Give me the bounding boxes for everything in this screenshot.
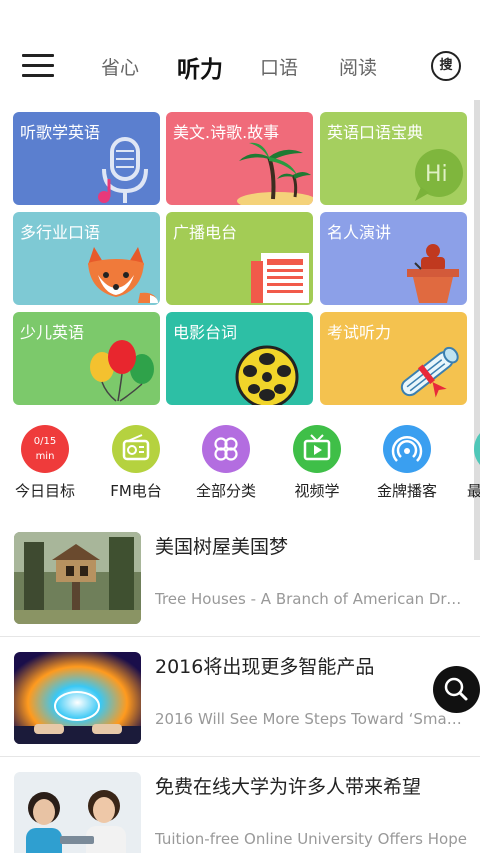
daily-goal-progress: 0/15: [33, 436, 57, 447]
tab-shengxin[interactable]: 省心: [101, 53, 139, 80]
article-item[interactable]: 美国树屋美国梦 Tree Houses - A Branch of Americ…: [0, 518, 480, 638]
diploma-icon: [400, 346, 459, 398]
gold-podcast-button[interactable]: 金牌播客: [362, 425, 452, 501]
tile-kids-english[interactable]: 少儿英语: [13, 312, 160, 405]
podium-icon: [407, 244, 459, 303]
tile-radio-station[interactable]: 广播电台: [166, 212, 313, 305]
tile-label: 考试听力: [327, 323, 392, 342]
quick-label: FM电台: [110, 482, 162, 500]
daily-goal-button[interactable]: 0/15 min 今日目标: [0, 425, 90, 501]
tile-speaking-classics[interactable]: 英语口语宝典 Hi: [320, 112, 467, 205]
article-subtitle: 2016 Will See More Steps Toward ‘Smart …: [155, 710, 467, 728]
search-icon: [444, 677, 468, 701]
tile-prose-poetry[interactable]: 美文.诗歌.故事: [166, 112, 313, 205]
app-screen: 省心 听力 口语 阅读 搜 听歌学英语 美文.诗歌.故事 英语口语宝典 Hi 多…: [0, 0, 480, 853]
article-title: 免费在线大学为许多人带来希望: [155, 776, 422, 798]
article-item[interactable]: 免费在线大学为许多人带来希望 Tuition-free Online Unive…: [0, 758, 480, 853]
tv-icon: [293, 425, 341, 473]
fox-icon: [88, 247, 158, 303]
video-learning-button[interactable]: 视频学: [272, 425, 362, 501]
tile-label: 少儿英语: [20, 323, 85, 342]
article-thumbnail: [14, 532, 141, 624]
quick-label: 视频学: [294, 482, 340, 500]
tile-exam-listening[interactable]: 考试听力: [320, 312, 467, 405]
tile-label: 英语口语宝典: [327, 123, 424, 142]
podcast-icon: [383, 425, 431, 473]
all-categories-button[interactable]: 全部分类: [181, 425, 271, 501]
tile-label: 名人演讲: [327, 223, 392, 242]
search-button[interactable]: 搜: [431, 51, 461, 81]
article-subtitle: Tree Houses - A Branch of American Dream: [155, 590, 467, 608]
top-bar: 省心 听力 口语 阅读 搜: [0, 0, 480, 100]
article-title: 美国树屋美国梦: [155, 536, 289, 558]
tab-reading[interactable]: 阅读: [339, 53, 377, 80]
daily-goal-icon: 0/15 min: [21, 425, 69, 473]
radio-icon: [112, 425, 160, 473]
microphone-icon: [98, 137, 148, 203]
tile-label: 听歌学英语: [20, 123, 101, 142]
tab-speaking[interactable]: 口语: [260, 53, 298, 80]
quick-label: 金牌播客: [376, 482, 437, 500]
quick-label: 最: [467, 482, 480, 500]
floating-search-button[interactable]: [433, 666, 480, 713]
film-reel-icon: [235, 345, 299, 405]
tile-label: 多行业口语: [20, 223, 101, 242]
quick-label: 全部分类: [195, 482, 256, 500]
tile-industry-speaking[interactable]: 多行业口语: [13, 212, 160, 305]
more-icon: [474, 425, 480, 473]
divider: [0, 756, 480, 757]
more-button[interactable]: 最: [452, 425, 480, 501]
tile-movie-lines[interactable]: 电影台词: [166, 312, 313, 405]
tab-listening[interactable]: 听力: [177, 50, 223, 84]
divider: [0, 636, 480, 637]
tile-celebrity-speeches[interactable]: 名人演讲: [320, 212, 467, 305]
balloons-icon: [90, 340, 154, 402]
svg-text:Hi: Hi: [425, 162, 448, 187]
tile-songs[interactable]: 听歌学英语: [13, 112, 160, 205]
article-subtitle: Tuition-free Online University Offers Ho…: [155, 830, 467, 848]
speech-bubble-icon: Hi: [415, 149, 463, 201]
article-thumbnail: [14, 772, 141, 853]
categories-icon: [202, 425, 250, 473]
tile-label: 广播电台: [173, 223, 238, 242]
fm-radio-button[interactable]: FM电台: [91, 425, 181, 501]
daily-goal-unit: min: [35, 451, 55, 462]
newspaper-icon: [251, 253, 309, 303]
menu-icon[interactable]: [22, 54, 54, 78]
quick-label: 今日目标: [14, 482, 75, 500]
article-thumbnail: [14, 652, 141, 744]
article-item[interactable]: 2016将出现更多智能产品 2016 Will See More Steps T…: [0, 638, 480, 758]
palm-island-icon: [237, 142, 313, 205]
article-title: 2016将出现更多智能产品: [155, 656, 375, 678]
